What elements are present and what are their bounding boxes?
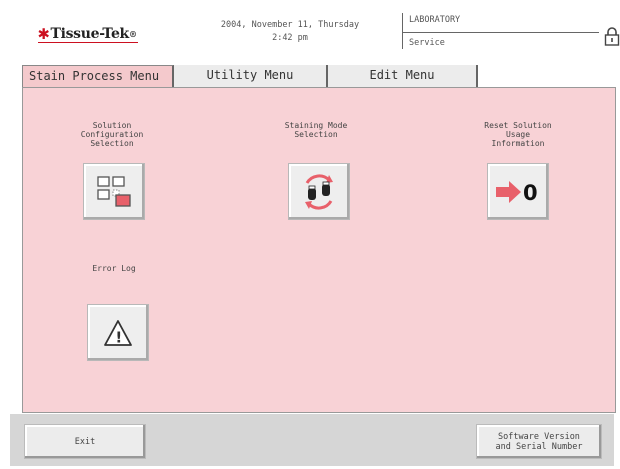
reset-solution-group: Reset Solution Usage Information [468, 121, 568, 148]
stain-process-panel: Solution Configuration Selection Stainin… [22, 87, 616, 413]
solution-config-group: Solution Configuration Selection [67, 121, 157, 148]
software-version-label: Software Version and Serial Number [495, 431, 583, 452]
warning-glyph: ! [115, 328, 122, 346]
grid-config-icon [97, 175, 131, 207]
lock-icon[interactable] [602, 26, 620, 46]
staining-mode-group: Staining Mode Selection [271, 121, 361, 139]
tissue-tek-logo: ✱ Tissue-Tek ® [38, 24, 137, 43]
logo-underline [38, 42, 138, 43]
logo-mark: ® [128, 28, 137, 39]
bottom-bar: Exit Software Version and Serial Number [10, 414, 614, 466]
warning-icon: ! [104, 319, 132, 346]
tab-stain-process-menu[interactable]: Stain Process Menu [22, 65, 174, 87]
header: ✱ Tissue-Tek ® 2004, November 11, Thursd… [10, 6, 620, 49]
error-log-group: Error Log [69, 264, 159, 273]
mode-text: Service [409, 38, 445, 48]
swap-slides-icon [305, 173, 333, 210]
error-log-label: Error Log [92, 264, 136, 273]
exit-button[interactable]: Exit [24, 424, 146, 459]
logo-text: Tissue-Tek [50, 25, 129, 42]
arrow-to-zero-icon: 0 [496, 180, 538, 205]
solution-config-label: Solution Configuration Selection [80, 121, 144, 148]
zero-glyph: 0 [523, 181, 538, 205]
software-version-button[interactable]: Software Version and Serial Number [476, 424, 602, 459]
menu-tabs: Stain Process Menu Utility Menu Edit Men… [22, 65, 478, 87]
datetime: 2004, November 11, Thursday 2:42 pm [210, 19, 370, 45]
error-log-button[interactable]: ! [87, 304, 149, 361]
staining-mode-button[interactable] [288, 163, 350, 220]
date-text: 2004, November 11, Thursday [220, 20, 360, 30]
logo-star-icon: ✱ [38, 22, 50, 44]
tissue-tek-screen: ✱ Tissue-Tek ® 2004, November 11, Thursd… [0, 0, 620, 469]
mode-separator [403, 32, 599, 33]
user-mode-box: LABORATORY Service [402, 13, 602, 49]
reset-solution-button[interactable]: 0 [487, 163, 549, 220]
tab-edit-menu[interactable]: Edit Menu [328, 65, 478, 87]
staining-mode-label: Staining Mode Selection [284, 121, 348, 139]
time-text: 2:42 pm [272, 33, 308, 43]
tab-utility-menu[interactable]: Utility Menu [174, 65, 328, 87]
reset-solution-label: Reset Solution Usage Information [484, 121, 552, 148]
solution-config-button[interactable] [83, 163, 145, 220]
location-text: LABORATORY [409, 15, 461, 25]
exit-button-label: Exit [74, 436, 96, 447]
